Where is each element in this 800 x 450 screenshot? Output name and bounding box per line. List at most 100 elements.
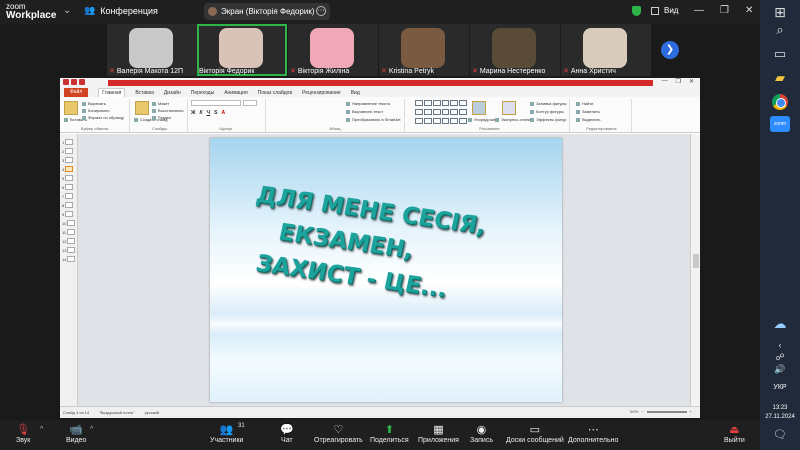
slide-thumbnail-selected[interactable]: 4: [62, 165, 76, 173]
zoom-slider[interactable]: [646, 410, 687, 413]
scroll-thumb[interactable]: [693, 254, 699, 268]
select-button[interactable]: Выделить: [576, 117, 600, 122]
quick-styles-button[interactable]: [502, 101, 516, 115]
tab-slideshow[interactable]: Показ слайдов: [258, 90, 292, 96]
task-view-icon[interactable]: ▭: [760, 46, 800, 62]
slide-thumbnail[interactable]: 6: [62, 183, 76, 191]
underline-button[interactable]: Ч: [207, 110, 211, 116]
share-indicator[interactable]: Экран (Вікторія Федорик) ···: [204, 3, 330, 20]
weather-icon[interactable]: ☁: [760, 316, 800, 332]
copy-button[interactable]: Копировать: [82, 108, 110, 113]
video-button[interactable]: 📹 Видео: [66, 424, 86, 444]
slide-thumbnail[interactable]: 8: [62, 201, 76, 209]
bold-button[interactable]: Ж: [191, 110, 196, 116]
chrome-icon[interactable]: [772, 94, 788, 110]
volume-icon[interactable]: 🔊: [760, 364, 800, 375]
search-icon[interactable]: ⌕: [760, 22, 800, 38]
more-options-icon[interactable]: ···: [316, 6, 326, 16]
slide-thumbnail[interactable]: 1: [62, 138, 76, 146]
tab-file[interactable]: Файл: [64, 88, 89, 97]
arrange-button[interactable]: [472, 101, 486, 115]
tab-review[interactable]: Рецензирование: [302, 90, 341, 96]
smartart-button[interactable]: Преобразовать в SmartArt: [346, 117, 401, 122]
zoom-out-icon[interactable]: −: [641, 409, 643, 414]
language-indicator[interactable]: русский: [145, 410, 159, 415]
paste-button[interactable]: [64, 101, 78, 115]
tab-view[interactable]: Вид: [351, 90, 360, 96]
tray-chevron-icon[interactable]: ‹: [760, 340, 800, 350]
audio-button[interactable]: 🎙 Звук: [16, 424, 30, 444]
slide-thumbnail[interactable]: 10: [62, 219, 76, 227]
file-explorer-icon[interactable]: ▰: [760, 70, 800, 86]
text-direction-button[interactable]: Направление текста: [346, 101, 390, 106]
zoom-app-icon[interactable]: zoom: [770, 116, 790, 132]
whiteboards-button[interactable]: ▭ Доски сообщений: [506, 424, 564, 444]
meeting-info[interactable]: 👥 Конференция: [84, 5, 158, 16]
vertical-scrollbar[interactable]: [690, 134, 700, 406]
participant-tile[interactable]: ✕ Kristina Petryk: [379, 24, 469, 76]
view-button[interactable]: Вид: [651, 6, 678, 15]
notification-icon[interactable]: 🗨: [760, 428, 800, 441]
find-button[interactable]: Найти: [576, 101, 593, 106]
format-painter-button[interactable]: Формат по образцу: [82, 115, 124, 120]
italic-button[interactable]: К: [200, 110, 203, 116]
shape-outline-button[interactable]: Контур фигуры: [530, 109, 564, 114]
react-button[interactable]: ♡ Отреагировать: [314, 424, 363, 444]
slide-thumbnail[interactable]: 2: [62, 147, 76, 155]
participants-button[interactable]: 👥 Участники 31: [210, 423, 245, 444]
shield-icon[interactable]: [632, 6, 641, 16]
new-slide-button[interactable]: [135, 101, 149, 115]
tab-animation[interactable]: Анимация: [224, 90, 247, 96]
close-icon[interactable]: ✕: [689, 78, 694, 85]
windows-start-icon[interactable]: ⊞: [760, 4, 800, 21]
font-color-button[interactable]: А: [221, 110, 225, 116]
slide-thumbnail[interactable]: 12: [62, 237, 76, 245]
participant-tile[interactable]: ✕ Марина Нестеренко: [470, 24, 560, 76]
slide-thumbnail[interactable]: 13: [62, 246, 76, 254]
maximize-icon[interactable]: ❐: [676, 78, 681, 85]
shape-effects-button[interactable]: Эффекты фигур: [530, 117, 566, 122]
minimize-icon[interactable]: —: [694, 5, 704, 16]
participant-tile[interactable]: ✕ Вікторія Жиліна: [288, 24, 378, 76]
replace-button[interactable]: Заменить: [576, 109, 600, 114]
slide-thumbnail[interactable]: 5: [62, 174, 76, 182]
cut-button[interactable]: Вырезать: [82, 101, 106, 106]
reset-button[interactable]: Восстановить: [152, 108, 184, 113]
tab-insert[interactable]: Вставка: [135, 90, 154, 96]
font-size-input[interactable]: [243, 100, 257, 106]
system-clock[interactable]: 13:23 27.11.2024: [760, 404, 800, 422]
zoom-level[interactable]: 60%: [630, 409, 638, 414]
tab-transitions[interactable]: Переходы: [191, 90, 214, 96]
close-icon[interactable]: ✕: [745, 5, 753, 16]
apps-button[interactable]: ▦ Приложения: [418, 424, 459, 444]
record-button[interactable]: ◉ Запись: [470, 424, 493, 444]
video-options-caret[interactable]: ^: [90, 426, 93, 433]
slide-thumbnail[interactable]: 14: [62, 255, 76, 263]
participant-tile[interactable]: ✕ Анна Христич: [561, 24, 651, 76]
participant-tile[interactable]: Вікторія Федорик: [197, 24, 287, 76]
language-indicator[interactable]: УКР: [760, 384, 800, 391]
tab-design[interactable]: Дизайн: [164, 90, 181, 96]
zoom-in-icon[interactable]: +: [690, 409, 692, 414]
slide-thumbnail[interactable]: 7: [62, 192, 76, 200]
current-slide[interactable]: ДЛЯ МЕНЕ СЕСІЯ, ЕКЗАМЕН, ЗАХИСТ - ЦЕ...: [210, 138, 562, 402]
more-button[interactable]: ⋯ Дополнительно: [568, 424, 618, 444]
tab-home[interactable]: Главная: [98, 88, 126, 97]
font-name-input[interactable]: [191, 100, 241, 106]
share-button[interactable]: ⬆ Поделиться: [370, 424, 409, 444]
leave-button[interactable]: ⏏ Выйти: [724, 424, 745, 444]
slide-thumbnail[interactable]: 11: [62, 228, 76, 236]
chevron-down-icon[interactable]: ⌄: [63, 5, 71, 16]
slide-thumbnail[interactable]: 3: [62, 156, 76, 164]
slide-wordart[interactable]: ДЛЯ МЕНЕ СЕСІЯ, ЕКЗАМЕН, ЗАХИСТ - ЦЕ...: [239, 178, 547, 318]
next-page-button[interactable]: ❯: [661, 41, 679, 59]
section-button[interactable]: Раздел: [152, 115, 171, 120]
maximize-icon[interactable]: ❐: [720, 5, 729, 16]
strike-button[interactable]: S: [214, 110, 217, 116]
chat-button[interactable]: 💬 Чат: [280, 424, 294, 444]
network-icon[interactable]: ☍: [760, 352, 800, 363]
layout-button[interactable]: Макет: [152, 101, 169, 106]
participant-tile[interactable]: ✕ Валерія Макота 12П: [107, 24, 197, 76]
slide-thumbnail[interactable]: 9: [62, 210, 76, 218]
minimize-icon[interactable]: —: [662, 78, 668, 85]
